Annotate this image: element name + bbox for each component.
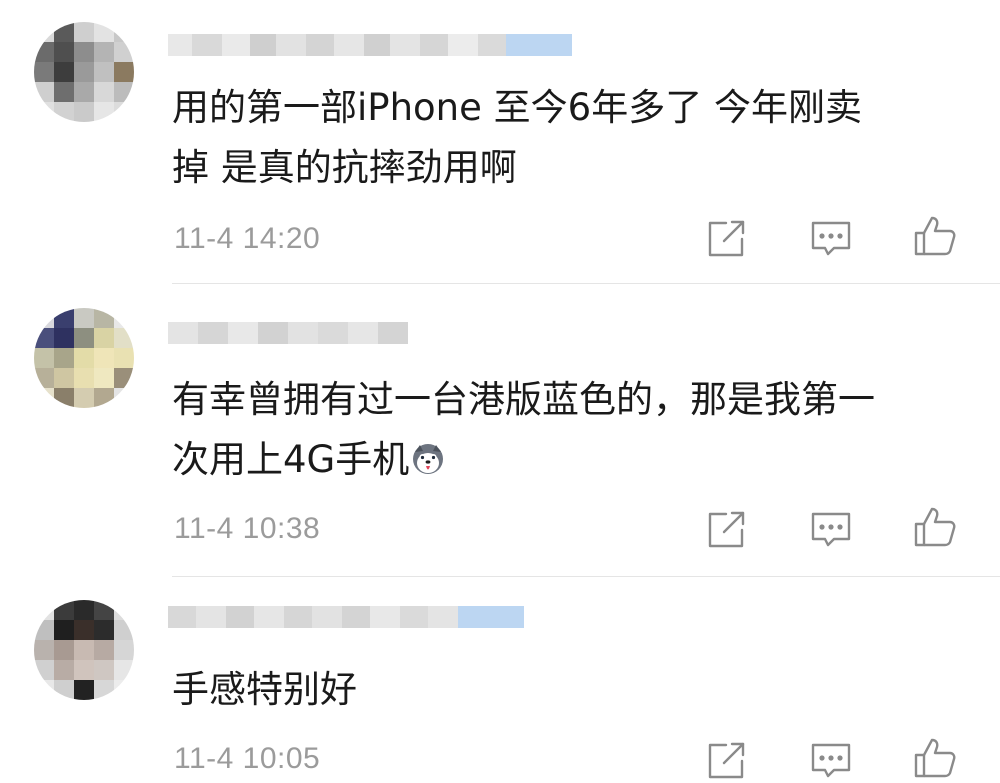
comment-text-line: 用的第一部iPhone 至今6年多了 今年刚卖 [172,86,862,129]
timestamp: 11-4 10:38 [174,512,321,545]
username-blurred[interactable] [168,606,524,628]
avatar[interactable] [34,308,134,408]
divider [172,576,1000,577]
timestamp: 11-4 14:20 [174,222,321,255]
comment-item: 有幸曾拥有过一台港版蓝色的，那是我第一 次用上4G手机 11-4 10:38 [0,290,1000,580]
thumbs-up-icon[interactable] [912,213,958,259]
husky-emoji-icon [411,434,445,474]
comment-text: 有幸曾拥有过一台港版蓝色的，那是我第一 次用上4G手机 [172,370,972,490]
comment-item: 手感特别好 11-4 10:05 [0,580,1000,779]
comment-item: 用的第一部iPhone 至今6年多了 今年刚卖 掉 是真的抗摔劲用啊 11-4 … [0,0,1000,290]
comment-text-line: 有幸曾拥有过一台港版蓝色的，那是我第一 [172,378,875,421]
comment-text-line: 次用上4G手机 [172,438,410,481]
comment-icon[interactable] [808,737,854,783]
comment-text-line: 手感特别好 [172,668,357,711]
thumbs-up-icon[interactable] [912,735,958,781]
username-blurred[interactable] [168,34,572,56]
timestamp: 11-4 10:05 [174,742,321,775]
comment-icon[interactable] [808,506,854,552]
comment-icon[interactable] [808,215,854,261]
comment-text: 手感特别好 [172,660,972,720]
avatar[interactable] [34,600,134,700]
comment-text: 用的第一部iPhone 至今6年多了 今年刚卖 掉 是真的抗摔劲用啊 [172,78,972,198]
share-icon[interactable] [704,737,750,783]
avatar[interactable] [34,22,134,122]
comment-text-line: 掉 是真的抗摔劲用啊 [172,146,517,189]
username-blurred[interactable] [168,322,408,344]
divider [172,283,1000,284]
share-icon[interactable] [704,506,750,552]
share-icon[interactable] [704,215,750,261]
thumbs-up-icon[interactable] [912,504,958,550]
